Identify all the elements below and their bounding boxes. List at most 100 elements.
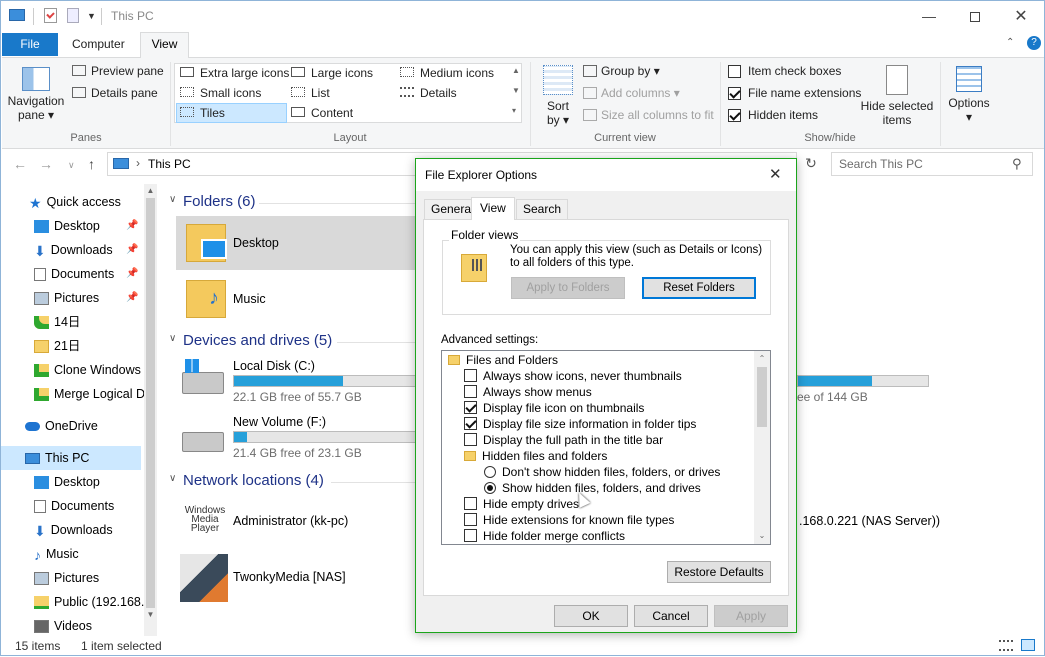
layout-content[interactable]: Content (291, 106, 353, 120)
advanced-settings-tree[interactable]: Files and Folders Always show icons, neve… (441, 350, 771, 545)
drive-tile-c[interactable]: Local Disk (C:) 22.1 GB free of 55.7 GB (176, 354, 417, 408)
hide-selected-button[interactable]: Hide selected items (860, 62, 934, 127)
hidden-items-checkbox[interactable] (728, 109, 741, 123)
nav-this-pc[interactable]: This PC (1, 446, 141, 470)
tree-scrollbar[interactable]: ⌃ ⌄ (754, 351, 770, 544)
layout-medium[interactable]: Medium icons (400, 66, 494, 80)
help-icon[interactable]: ? (1027, 36, 1041, 50)
details-view-icon[interactable] (999, 640, 1013, 651)
forward-arrow-icon[interactable]: → (39, 156, 53, 172)
layout-large[interactable]: Large icons (291, 66, 373, 80)
layout-small[interactable]: Small icons (180, 86, 261, 100)
layout-list[interactable]: List (291, 86, 330, 100)
search-input[interactable]: Search This PC ⚲ (831, 152, 1033, 176)
hidden-items-toggle[interactable]: Hidden items (728, 108, 818, 123)
pin-icon[interactable]: 📌 (126, 238, 138, 262)
setting-checkbox[interactable] (464, 369, 477, 382)
layout-more-icon[interactable]: ▾ (512, 106, 516, 115)
scroll-up-icon[interactable]: ▲ (144, 184, 157, 198)
folder-tile-music[interactable]: ♪ Music (176, 272, 417, 326)
setting-radio[interactable] (484, 466, 496, 478)
setting-checkbox[interactable] (464, 497, 477, 510)
add-columns-button[interactable]: Add columns ▾ (583, 86, 680, 100)
nav-scrollbar[interactable]: ▲ ▼ (144, 184, 157, 636)
drive-tile-f[interactable]: New Volume (F:) 21.4 GB free of 23.1 GB (176, 410, 417, 464)
folders-collapse-icon[interactable]: ∨ (169, 194, 176, 205)
reset-folders-button[interactable]: Reset Folders (642, 277, 756, 299)
size-columns-button[interactable]: Size all columns to fit (583, 108, 714, 122)
advanced-setting-row[interactable]: Always show menus (464, 384, 592, 400)
network-section-header[interactable]: Network locations (4) (183, 472, 324, 489)
minimize-button[interactable]: — (906, 1, 952, 32)
setting-checkbox[interactable] (464, 433, 477, 446)
layout-scroll-down-icon[interactable]: ▼ (512, 86, 520, 95)
pin-icon[interactable]: 📌 (126, 262, 138, 286)
layout-extra-large[interactable]: Extra large icons (180, 66, 289, 80)
restore-defaults-button[interactable]: Restore Defaults (667, 561, 771, 583)
layout-scroll-up-icon[interactable]: ▲ (512, 66, 520, 75)
apply-to-folders-button[interactable]: Apply to Folders (511, 277, 625, 299)
nav-item-pictures[interactable]: Pictures 📌 (1, 286, 141, 310)
breadcrumb[interactable]: This PC (148, 157, 191, 171)
nav-item-documents[interactable]: Documents 📌 (1, 262, 141, 286)
sort-by-button[interactable]: Sort by ▾ (538, 62, 578, 127)
layout-tiles[interactable]: Tiles (176, 103, 287, 123)
setting-checkbox[interactable] (464, 385, 477, 398)
ribbon-collapse-icon[interactable]: ⌃ (1006, 37, 1014, 48)
advanced-setting-row[interactable]: Hide empty drives (464, 496, 579, 512)
network-collapse-icon[interactable]: ∨ (169, 473, 176, 484)
search-icon[interactable]: ⚲ (1012, 156, 1022, 172)
file-name-extensions-toggle[interactable]: File name extensions (728, 86, 861, 101)
nav-pc-videos[interactable]: Videos (1, 614, 141, 636)
scroll-down-icon[interactable]: ⌄ (754, 528, 770, 544)
scroll-down-icon[interactable]: ▼ (144, 608, 157, 622)
up-arrow-icon[interactable]: ↑ (88, 156, 95, 172)
tab-file[interactable]: File (2, 33, 58, 56)
item-check-boxes-toggle[interactable]: Item check boxes (728, 64, 841, 79)
dialog-close-button[interactable]: ✕ (769, 165, 782, 183)
pin-icon[interactable]: 📌 (126, 214, 138, 238)
scroll-up-icon[interactable]: ⌃ (754, 351, 770, 367)
advanced-setting-row[interactable]: Always show icons, never thumbnails (464, 368, 682, 384)
devices-section-header[interactable]: Devices and drives (5) (183, 332, 332, 349)
setting-checkbox[interactable] (464, 417, 477, 430)
advanced-setting-row[interactable]: Hide extensions for known file types (464, 512, 674, 528)
nav-pc-public[interactable]: Public (192.168.0 (1, 590, 144, 614)
qat-dropdown-icon[interactable]: ▼ (87, 11, 96, 21)
folder-tile-desktop[interactable]: Desktop (176, 216, 417, 270)
nav-pc-downloads[interactable]: ⬇ Downloads (1, 518, 141, 542)
folders-section-header[interactable]: Folders (6) (183, 193, 256, 210)
advanced-setting-row[interactable]: Files and Folders (448, 352, 558, 368)
properties-icon[interactable] (44, 8, 57, 23)
tab-view[interactable]: View (471, 197, 515, 220)
nav-item-desktop[interactable]: Desktop 📌 (1, 214, 141, 238)
tab-view[interactable]: View (140, 32, 189, 58)
nav-pc-desktop[interactable]: Desktop (1, 470, 141, 494)
back-arrow-icon[interactable]: ← (13, 156, 27, 172)
setting-checkbox[interactable] (464, 529, 477, 542)
options-button[interactable]: Options ▾ (944, 62, 994, 124)
navigation-pane-button[interactable]: Navigation pane ▾ (6, 62, 66, 126)
tab-computer[interactable]: Computer (62, 33, 135, 56)
advanced-setting-row[interactable]: Display file size information in folder … (464, 416, 696, 432)
advanced-setting-row[interactable]: Don't show hidden files, folders, or dri… (484, 464, 720, 480)
large-icons-view-icon[interactable] (1021, 639, 1035, 651)
close-button[interactable]: ✕ (998, 1, 1044, 32)
recent-chevron-icon[interactable]: ∨ (68, 160, 75, 171)
advanced-setting-row[interactable]: Hidden files and folders (464, 448, 607, 464)
advanced-setting-row[interactable]: Display file icon on thumbnails (464, 400, 644, 416)
advanced-setting-row[interactable]: Show hidden files, folders, and drives (484, 480, 701, 496)
preview-pane-button[interactable]: Preview pane (72, 64, 164, 78)
scroll-thumb[interactable] (757, 367, 767, 427)
nav-pc-documents[interactable]: Documents (1, 494, 141, 518)
network-tile-twonky[interactable]: TwonkyMedia [NAS] (176, 552, 417, 606)
nav-item-clone-windows[interactable]: Clone Windows (1, 358, 141, 382)
layout-details[interactable]: Details (400, 86, 457, 100)
advanced-setting-row[interactable]: Display the full path in the title bar (464, 432, 663, 448)
nav-item-merge-logical[interactable]: Merge Logical D (1, 382, 144, 406)
network-tile-administrator[interactable]: Windows Media Player Administrator (kk-p… (176, 494, 417, 548)
advanced-setting-row[interactable]: Hide folder merge conflicts (464, 528, 625, 544)
devices-collapse-icon[interactable]: ∨ (169, 333, 176, 344)
tab-search[interactable]: Search (516, 199, 569, 219)
nav-item-14[interactable]: 14日 (1, 310, 141, 334)
